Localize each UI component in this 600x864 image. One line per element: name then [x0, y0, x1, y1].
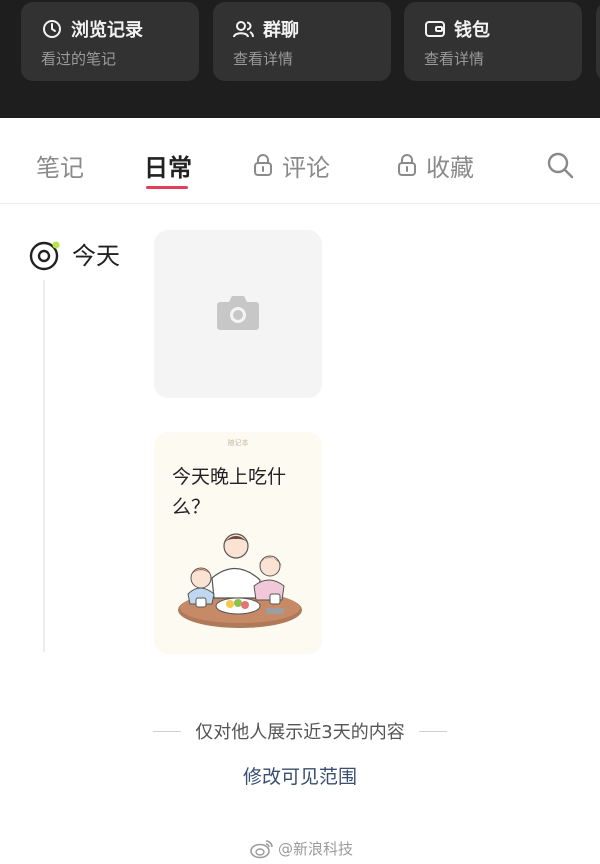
- watermark: @新浪科技: [250, 838, 353, 859]
- tab-comments-label: 评论: [282, 153, 330, 182]
- browse-history-card[interactable]: 浏览记录 看过的笔记: [21, 2, 199, 81]
- tab-daily-label: 日常: [144, 153, 192, 182]
- lock-icon: [396, 153, 418, 177]
- modify-visibility-link[interactable]: 修改可见范围: [0, 762, 600, 789]
- people-icon: [233, 18, 255, 40]
- daily-note-card[interactable]: 随记本 今天晚上吃什么？: [154, 432, 322, 654]
- search-icon[interactable]: [545, 150, 575, 180]
- visibility-notice-text: 仅对他人展示近3天的内容: [195, 722, 405, 743]
- browse-history-title: 浏览记录: [71, 20, 143, 41]
- clock-icon: [41, 18, 63, 40]
- wallet-icon: [424, 18, 446, 40]
- browse-history-subtitle: 看过的笔记: [41, 50, 117, 68]
- camera-shutter-icon: [28, 238, 62, 272]
- tab-notes[interactable]: 笔记: [36, 148, 84, 182]
- top-shortcut-strip: 浏览记录 看过的笔记 群聊 查看详情 钱包 查看详情: [0, 0, 600, 118]
- active-tab-indicator: [146, 186, 188, 189]
- divider-left: [153, 730, 182, 732]
- today-label: 今天: [72, 242, 120, 270]
- note-text: 今天晚上吃什么？: [172, 466, 287, 518]
- camera-icon: [216, 292, 260, 336]
- group-chat-title: 群聊: [263, 20, 299, 41]
- divider-right: [418, 730, 447, 732]
- add-photo-card[interactable]: [154, 230, 322, 398]
- visibility-notice: 仅对他人展示近3天的内容: [0, 718, 600, 744]
- tab-favorites[interactable]: 收藏: [396, 148, 474, 182]
- group-chat-card[interactable]: 群聊 查看详情: [213, 2, 391, 81]
- wallet-subtitle: 查看详情: [424, 50, 485, 68]
- tab-comments[interactable]: 评论: [252, 148, 330, 182]
- group-chat-subtitle: 查看详情: [233, 50, 294, 68]
- lock-icon: [252, 153, 274, 177]
- tab-favorites-label: 收藏: [426, 153, 474, 182]
- family-dinner-illustration: [174, 528, 304, 638]
- note-tag: 随记本: [227, 439, 249, 447]
- weibo-icon: [250, 839, 274, 859]
- profile-tabs: 笔记 日常 评论 收藏: [0, 118, 600, 204]
- wallet-card[interactable]: 钱包 查看详情: [404, 2, 582, 81]
- watermark-text: @新浪科技: [278, 840, 354, 858]
- partial-card: [596, 2, 600, 81]
- wallet-title: 钱包: [454, 20, 490, 41]
- tab-daily[interactable]: 日常: [144, 148, 192, 182]
- tab-notes-label: 笔记: [36, 153, 84, 182]
- timeline-line: [43, 280, 45, 652]
